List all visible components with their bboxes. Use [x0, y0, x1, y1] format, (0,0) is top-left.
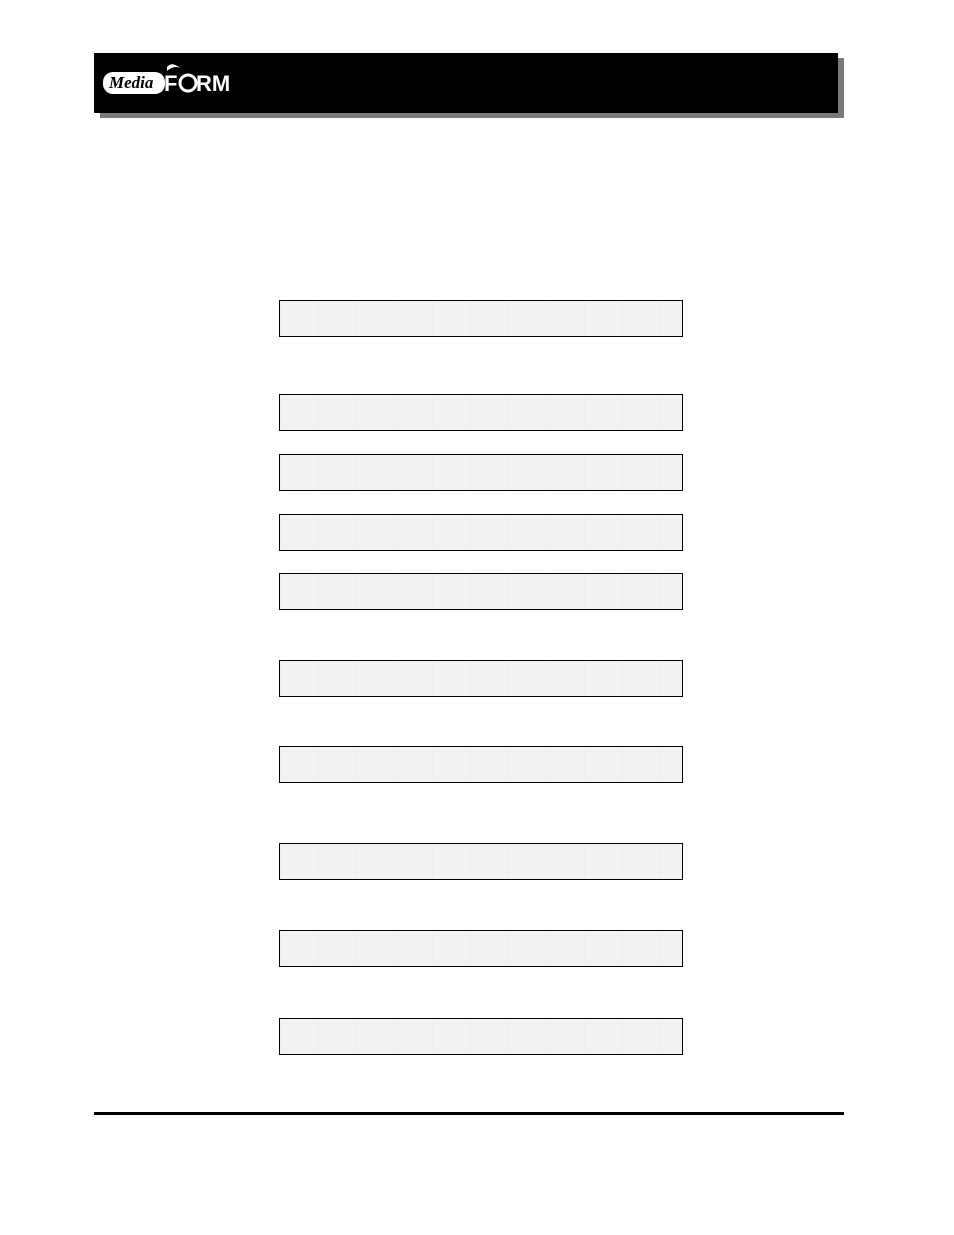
lcd-row-7	[279, 746, 683, 783]
header-bar: Media F RM	[94, 53, 838, 113]
lcd-row-8	[279, 843, 683, 880]
mediaform-logo: Media F RM	[102, 63, 232, 106]
lcd-row-4	[279, 514, 683, 551]
lcd-row-6	[279, 660, 683, 697]
svg-text:F: F	[164, 71, 177, 96]
footer-rule	[94, 1112, 844, 1115]
page: Media F RM	[0, 0, 954, 1235]
lcd-row-10	[279, 1018, 683, 1055]
lcd-row-9	[279, 930, 683, 967]
svg-text:RM: RM	[196, 71, 230, 96]
svg-text:Media: Media	[108, 73, 154, 92]
lcd-row-1	[279, 300, 683, 337]
lcd-row-5	[279, 573, 683, 610]
lcd-row-3	[279, 454, 683, 491]
mediaform-logo-svg: Media F RM	[102, 63, 232, 101]
lcd-row-2	[279, 394, 683, 431]
